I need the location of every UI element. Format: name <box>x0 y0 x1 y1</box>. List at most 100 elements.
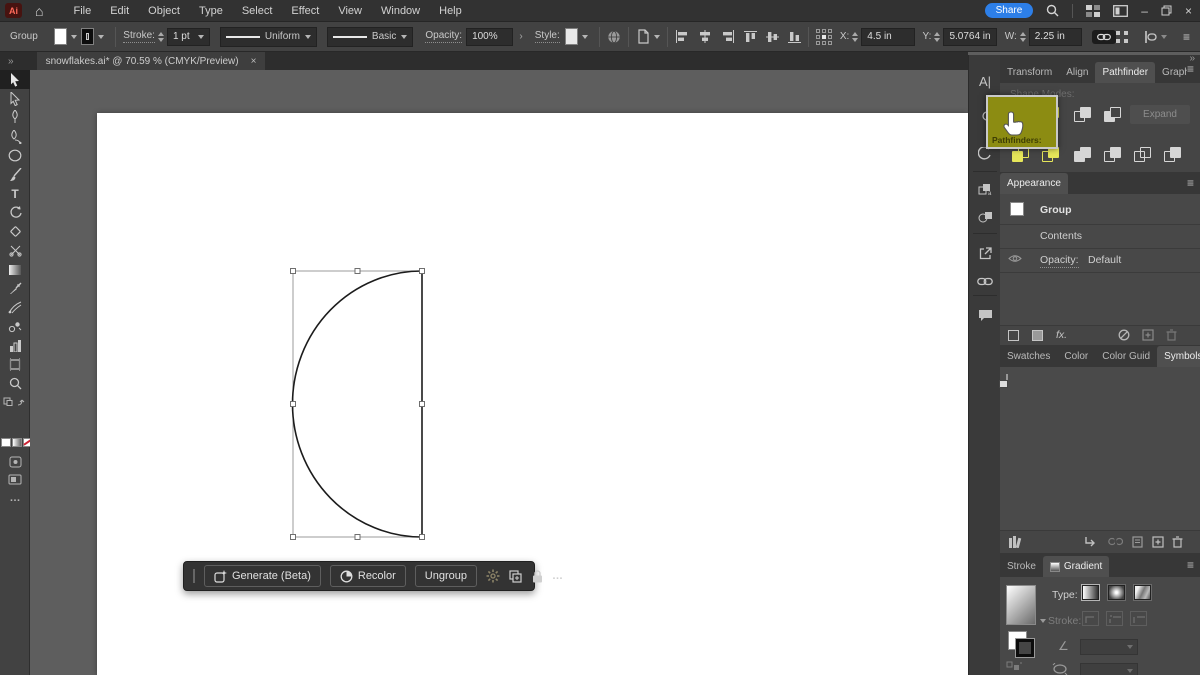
tab-color[interactable]: Color <box>1057 346 1095 367</box>
task-bar-drag-handle[interactable] <box>193 569 195 583</box>
recolor-button[interactable]: Recolor <box>330 565 406 587</box>
appearance-opacity-label[interactable]: Opacity: <box>1040 254 1079 268</box>
symbol-libraries-icon[interactable] <box>1008 536 1022 548</box>
document-setup-button[interactable] <box>636 29 660 44</box>
blend-tool[interactable] <box>0 298 30 317</box>
appearance-opacity-value[interactable]: Default <box>1088 254 1121 266</box>
gradient-aspect-select[interactable] <box>1080 663 1138 675</box>
gradient-fill-stroke-indicator[interactable] <box>1008 631 1034 657</box>
screen-mode-icon[interactable] <box>0 470 30 489</box>
arrange-documents-icon[interactable] <box>1113 5 1128 17</box>
w-field[interactable]: 2.25 in <box>1029 28 1082 46</box>
stroke-along-button[interactable] <box>1106 611 1123 626</box>
add-stroke-icon[interactable] <box>1008 330 1019 341</box>
stroke-chevron-icon[interactable] <box>98 35 104 39</box>
lock-icon[interactable] <box>532 570 543 583</box>
new-symbol-icon[interactable] <box>1152 536 1164 548</box>
place-symbol-icon[interactable] <box>1084 536 1096 548</box>
gradient-menu-icon[interactable]: ≡ <box>1187 558 1194 572</box>
menu-help[interactable]: Help <box>439 5 462 17</box>
menu-select[interactable]: Select <box>242 5 273 17</box>
menu-object[interactable]: Object <box>148 5 180 17</box>
style-swatch[interactable] <box>565 28 578 45</box>
opacity-label[interactable]: Opacity: <box>425 30 462 43</box>
stroke-swatch[interactable] <box>81 28 94 45</box>
stroke-weight-label[interactable]: Stroke: <box>123 30 155 43</box>
tab-align[interactable]: Align <box>1059 62 1095 83</box>
style-chevron-icon[interactable] <box>582 35 588 39</box>
eyedropper-tool[interactable] <box>0 279 30 298</box>
symbol-options-icon[interactable] <box>1132 536 1143 548</box>
menu-view[interactable]: View <box>338 5 362 17</box>
generate-button[interactable]: Generate (Beta) <box>204 565 321 587</box>
visibility-eye-icon[interactable] <box>1008 254 1022 263</box>
tab-symbols[interactable]: Symbols <box>1157 346 1200 367</box>
x-stepper[interactable] <box>852 32 858 42</box>
properties-panel-icon[interactable]: ≡ <box>1183 30 1190 44</box>
duplicate-icon[interactable] <box>509 570 523 583</box>
ungroup-button[interactable]: Ungroup <box>415 565 477 587</box>
align-h-center-icon[interactable] <box>698 30 712 43</box>
constrain-proportions-icon[interactable] <box>1092 30 1116 44</box>
more-options-icon[interactable]: … <box>552 570 564 582</box>
selected-shape[interactable] <box>283 262 433 547</box>
freeform-gradient-button[interactable] <box>1134 585 1151 600</box>
align-right-icon[interactable] <box>721 30 735 43</box>
expand-button[interactable]: Expand <box>1130 105 1190 124</box>
tab-gradient[interactable]: Gradient <box>1043 556 1109 577</box>
gradient-button[interactable] <box>12 438 22 447</box>
delete-item-icon[interactable] <box>1166 329 1177 341</box>
align-v-center-icon[interactable] <box>766 30 779 44</box>
brush-select[interactable]: Basic <box>327 27 413 47</box>
pen-tool[interactable] <box>0 108 30 127</box>
gradient-swatch[interactable] <box>1006 585 1036 625</box>
menu-file[interactable]: File <box>73 5 91 17</box>
reverse-gradient-icon[interactable] <box>1006 661 1022 671</box>
canvas[interactable]: Generate (Beta) Recolor Ungroup … <box>30 70 968 675</box>
shape-builder-panel-icon[interactable]: a <box>969 177 1001 201</box>
character-panel-icon[interactable]: A| <box>969 69 1001 93</box>
align-left-icon[interactable] <box>675 30 689 43</box>
curvature-tool[interactable] <box>0 127 30 146</box>
symbol-sprayer-tool[interactable] <box>0 317 30 336</box>
y-stepper[interactable] <box>934 32 940 42</box>
search-icon[interactable] <box>1046 4 1059 17</box>
appearance-contents-row[interactable]: Contents <box>1040 230 1082 242</box>
symbol-thumbnail[interactable] <box>1006 374 1008 388</box>
draw-mode-icon[interactable] <box>0 452 30 471</box>
style-label[interactable]: Style: <box>535 30 560 43</box>
graph-tool[interactable] <box>0 336 30 355</box>
panel-menu-icon[interactable]: ≡ <box>1187 62 1194 76</box>
transform-options-icon[interactable] <box>1116 31 1128 43</box>
menu-edit[interactable]: Edit <box>110 5 129 17</box>
restore-button[interactable] <box>1161 5 1172 16</box>
artboard-tool[interactable] <box>0 355 30 374</box>
align-top-icon[interactable] <box>744 30 757 44</box>
tab-graphic-styles[interactable]: Graphic S <box>1155 62 1187 83</box>
publish-globe-icon[interactable] <box>607 30 621 44</box>
swap-colors-icon[interactable] <box>3 397 25 407</box>
close-window-button[interactable]: × <box>1185 4 1192 18</box>
appearance-menu-icon[interactable]: ≡ <box>1187 176 1194 190</box>
comments-panel-icon[interactable] <box>969 303 1001 327</box>
reference-point-locator[interactable] <box>816 29 832 45</box>
gradient-tool[interactable] <box>0 260 30 279</box>
duplicate-item-icon[interactable] <box>1142 329 1154 341</box>
direct-selection-tool[interactable] <box>0 89 30 108</box>
tab-appearance[interactable]: Appearance <box>1000 173 1068 194</box>
w-stepper[interactable] <box>1020 32 1026 42</box>
menu-window[interactable]: Window <box>381 5 420 17</box>
zoom-tool[interactable] <box>0 374 30 393</box>
workspace-switcher-icon[interactable] <box>1086 5 1100 17</box>
gradient-swatch-chevron-icon[interactable] <box>1040 619 1046 623</box>
opacity-field[interactable]: 100% <box>466 28 513 46</box>
dock-collapse-icon[interactable]: » <box>1189 53 1196 64</box>
share-button[interactable]: Share <box>985 3 1034 18</box>
linear-gradient-button[interactable] <box>1082 585 1099 600</box>
color-button[interactable] <box>1 438 11 447</box>
stroke-within-button[interactable] <box>1082 611 1099 626</box>
align-bottom-icon[interactable] <box>788 30 801 44</box>
stroke-weight-stepper[interactable] <box>158 32 164 42</box>
radial-gradient-button[interactable] <box>1108 585 1125 600</box>
fill-swatch[interactable] <box>54 28 67 45</box>
